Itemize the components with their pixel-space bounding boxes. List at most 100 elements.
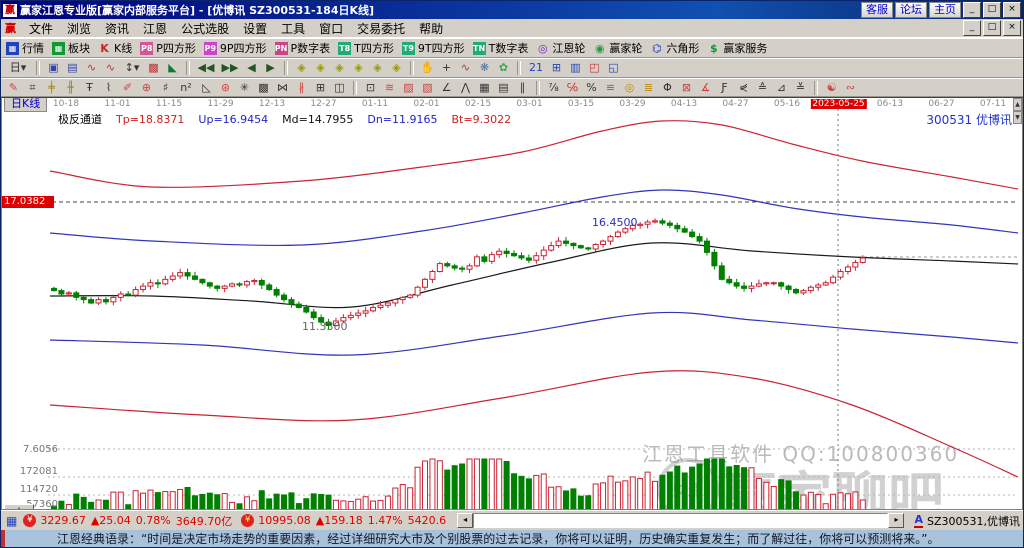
indicator-name[interactable]: 极反通道 [58, 113, 102, 126]
first-bar-icon[interactable]: ◀◀ [195, 60, 217, 76]
prev-bar-icon[interactable]: ◀ [243, 60, 260, 76]
radial-lines-icon[interactable]: ≋ [381, 80, 398, 96]
squiggle-tool-icon[interactable]: ⌇ [100, 80, 117, 96]
chart-scrollbar[interactable]: ▲ ▼ [1013, 98, 1022, 124]
minimize-button[interactable]: _ [963, 2, 981, 18]
dense-grid-icon[interactable]: ▦ [476, 80, 493, 96]
gold-levels-icon[interactable]: ≣ [640, 80, 657, 96]
small-wheel-icon[interactable]: ⊛ [217, 80, 234, 96]
screen-mode-icon[interactable]: ▣ [45, 60, 62, 76]
fibonacci-tool-icon[interactable]: Ƒ [716, 80, 733, 96]
wave-large-icon[interactable]: ∿ [102, 60, 119, 76]
angle-line-icon[interactable]: ∠ [438, 80, 455, 96]
star-tool-icon[interactable]: ✳ [236, 80, 253, 96]
flag-marker-icon[interactable]: ◣ [164, 60, 181, 76]
menu-news[interactable]: 资讯 [98, 20, 136, 37]
shade-nw-icon[interactable]: ▧ [419, 80, 436, 96]
n-square-icon[interactable]: n² [176, 80, 196, 96]
compress-vertical-icon[interactable]: ◈ [388, 60, 405, 76]
wedge-tool-icon[interactable]: ⋞ [735, 80, 752, 96]
p-square-button[interactable]: P8 P四方形 [138, 40, 198, 56]
peak-line-icon[interactable]: ⋀ [457, 80, 474, 96]
last-bar-icon[interactable]: ▶▶ [219, 60, 241, 76]
golden-section-icon[interactable]: ≌ [602, 80, 619, 96]
menu-window[interactable]: 窗口 [312, 20, 350, 37]
angle-ruler-icon[interactable]: ◺ [198, 80, 215, 96]
red-pen-icon[interactable]: ✐ [119, 80, 136, 96]
menu-gann[interactable]: 江恩 [136, 20, 174, 37]
gann-flower-icon[interactable]: ❋ [476, 60, 493, 76]
gann-wheel-button[interactable]: ◎ 江恩轮 [534, 40, 587, 56]
quote-grid-icon[interactable]: ▦ [6, 514, 17, 528]
zoom-out-icon[interactable]: ◈ [293, 60, 310, 76]
winner-service-button[interactable]: $ 赢家服务 [705, 40, 769, 56]
t-table-button[interactable]: TN T数字表 [471, 40, 531, 56]
data-panel-icon[interactable]: ▥ [567, 60, 584, 76]
crosshair-tool-icon[interactable]: + [438, 60, 455, 76]
box-grid-icon[interactable]: ⊞ [312, 80, 329, 96]
scroll-up-icon[interactable]: ▲ [1013, 98, 1022, 111]
roof-line-icon[interactable]: ≙ [754, 80, 771, 96]
homepage-button[interactable]: 主页 [929, 2, 961, 18]
p-table-button[interactable]: PN P数字表 [273, 40, 333, 56]
next-bar-icon[interactable]: ▶ [262, 60, 279, 76]
phi-tool-icon[interactable]: Φ [659, 80, 676, 96]
kline-button[interactable]: K K线 [96, 40, 134, 56]
menu-trade[interactable]: 交易委托 [350, 20, 412, 37]
trend-analysis-icon[interactable]: ∿ [457, 60, 474, 76]
row-grid-icon[interactable]: ▤ [495, 80, 512, 96]
gold-circle-icon[interactable]: ◎ [621, 80, 638, 96]
compress-horizontal-icon[interactable]: ◈ [350, 60, 367, 76]
parallel-lines-icon[interactable]: ∥ [514, 80, 531, 96]
split-box-icon[interactable]: ◫ [331, 80, 348, 96]
hash-grid-icon[interactable]: ♯ [157, 80, 174, 96]
scrollbar-track[interactable] [473, 513, 889, 528]
sector-button[interactable]: ▦ 板块 [50, 40, 92, 56]
candlestick-chart[interactable] [2, 98, 1023, 510]
time-grid-icon[interactable]: ╪ [43, 80, 60, 96]
anchor-box-icon[interactable]: ⊡ [362, 80, 379, 96]
t-ruler-icon[interactable]: Ŧ [81, 80, 98, 96]
calculator-tool-icon[interactable]: ⊞ [548, 60, 565, 76]
child-minimize-button[interactable]: _ [963, 20, 981, 36]
t-square-button[interactable]: T8 T四方形 [336, 40, 396, 56]
winner-wheel-button[interactable]: ◉ 赢家轮 [591, 40, 644, 56]
wave-small-icon[interactable]: ∿ [83, 60, 100, 76]
triangle-tool-icon[interactable]: ⊿ [773, 80, 790, 96]
calendar-tool-icon[interactable]: 21 [526, 60, 546, 76]
menu-settings[interactable]: 设置 [236, 20, 274, 37]
9p-square-button[interactable]: P9 9P四方形 [202, 40, 269, 56]
scroll-left-icon[interactable]: ◂ [457, 513, 474, 528]
tab-daily-kline[interactable]: 日K线 [4, 98, 48, 112]
fan-lines-icon[interactable]: ∡ [697, 80, 714, 96]
9t-square-button[interactable]: T9 9T四方形 [400, 40, 467, 56]
square-tool-icon[interactable]: ⊠ [678, 80, 695, 96]
wheel-tool-icon[interactable]: ✿ [495, 60, 512, 76]
axis-scale-icon[interactable]: ↕▾ [121, 60, 143, 76]
hand-tool-icon[interactable]: ✋ [419, 60, 436, 76]
ratio-tool-icon[interactable]: ⅞ [545, 80, 562, 96]
expand-horizontal-icon[interactable]: ◈ [331, 60, 348, 76]
kline-settings-icon[interactable]: ▩ [145, 60, 162, 76]
gann-grid-icon[interactable]: ⌗ [24, 80, 41, 96]
wave-line-icon[interactable]: ≚ [792, 80, 809, 96]
customer-service-button[interactable]: 客服 [861, 2, 893, 18]
menu-tools[interactable]: 工具 [274, 20, 312, 37]
pen-tool-icon[interactable]: ✎ [5, 80, 22, 96]
child-close-button[interactable]: × [1003, 20, 1021, 36]
percent-line-icon[interactable]: ℅ [564, 80, 581, 96]
price-grid-icon[interactable]: ╫ [62, 80, 79, 96]
menu-file[interactable]: 文件 [22, 20, 60, 37]
zoom-in-icon[interactable]: ◈ [312, 60, 329, 76]
shade-ne-icon[interactable]: ▨ [400, 80, 417, 96]
send-tool-icon[interactable]: ◱ [605, 60, 622, 76]
save-image-icon[interactable]: ◰ [586, 60, 603, 76]
forum-button[interactable]: 论坛 [895, 2, 927, 18]
menu-help[interactable]: 帮助 [412, 20, 450, 37]
child-restore-button[interactable]: □ [983, 20, 1001, 36]
expand-vertical-icon[interactable]: ◈ [369, 60, 386, 76]
menu-stock-picker[interactable]: 公式选股 [174, 20, 236, 37]
quote-board-button[interactable]: ▦ 行情 [4, 40, 46, 56]
circle-cross-icon[interactable]: ⊕ [138, 80, 155, 96]
info-panel-icon[interactable]: ▤ [64, 60, 81, 76]
